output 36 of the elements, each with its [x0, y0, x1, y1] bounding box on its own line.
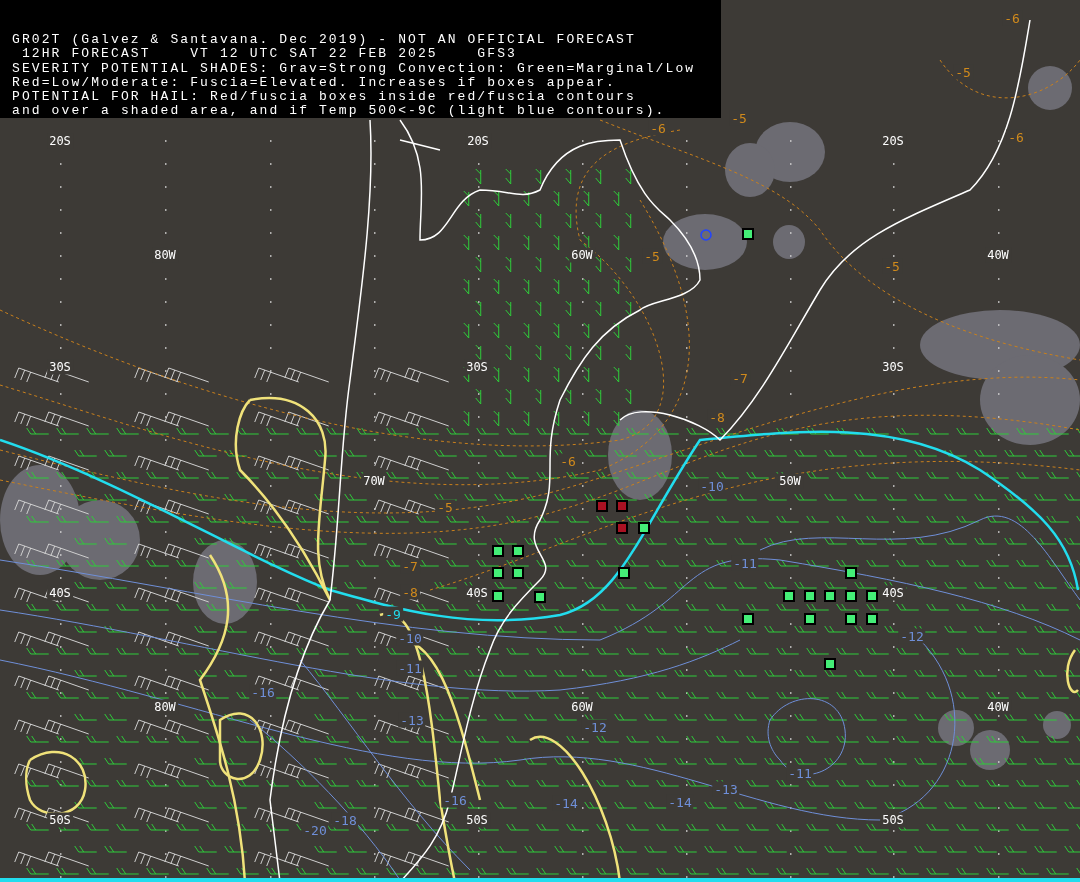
- contour-label: -11: [786, 765, 814, 781]
- grid-label: 40S: [464, 585, 490, 601]
- grid-label: 40S: [47, 585, 73, 601]
- contour-label: -6: [1006, 129, 1026, 145]
- contour-label: -13: [712, 781, 740, 797]
- contour-label: -16: [249, 684, 277, 700]
- grid-label: 30S: [47, 359, 73, 375]
- legend-text: GR02T (Galvez & Santavana. Dec 2019) - NOT AN OFFICIAL FORECAST: [12, 33, 637, 48]
- contour-label: -9: [383, 606, 403, 622]
- contour-label: -5: [435, 499, 455, 515]
- contour-label: -10: [396, 630, 424, 646]
- contour-label: -16: [441, 792, 469, 808]
- contour-label: -8: [400, 584, 420, 600]
- contour-label: -12: [898, 628, 926, 644]
- grid-label: 50S: [464, 812, 490, 828]
- ring-marker-icon: [700, 229, 712, 241]
- legend-text: and over a shaded area, and if Temp 500<-9C (light blue contours).: [12, 104, 667, 119]
- contour-label: -11: [731, 555, 759, 571]
- grid-label: 60W: [569, 247, 595, 263]
- grid-label: 50W: [777, 473, 803, 489]
- legend-text: POTENTIAL FOR HAIL: Red/fuscia boxes inside red/fuscia contours: [12, 90, 637, 105]
- grid-label: 50S: [47, 812, 73, 828]
- legend-text: SEVERITY POTENTIAL SHADES: Grav=Strong Convection: Green=Marginal/Low: [12, 61, 697, 76]
- grid-label: 40S: [880, 585, 906, 601]
- contour-label: -7: [400, 558, 420, 574]
- grid-label: 60W: [569, 699, 595, 715]
- grid-label: 30S: [464, 359, 490, 375]
- grid-label: 40W: [985, 699, 1011, 715]
- contour-label: -20: [301, 822, 329, 838]
- grid-label: 50S: [880, 812, 906, 828]
- contour-label: -18: [331, 812, 359, 828]
- contour-label: -6: [558, 453, 578, 469]
- grid-label: 30S: [880, 359, 906, 375]
- legend-text: Red=Low/Moderate: Fuscia=Elevated. Increases if boxes appear.: [12, 75, 616, 91]
- legend-text: 12HR FORECAST VT 12 UTC SAT 22 FEB 2025 GFS3: [20, 47, 518, 62]
- grid-label: 70W: [361, 473, 387, 489]
